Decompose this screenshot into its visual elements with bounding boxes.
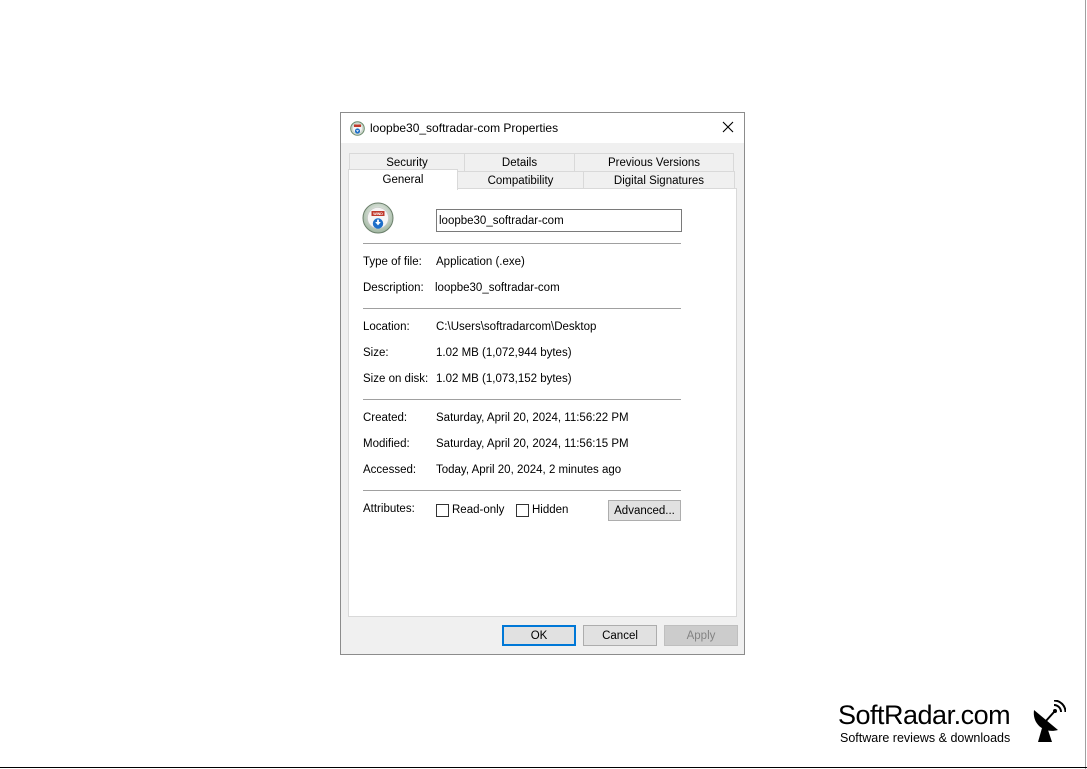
attributes-label: Attributes: [363, 503, 415, 515]
separator [363, 308, 681, 309]
tab-label: Details [501, 157, 538, 169]
dialog-title: loopbe30_softradar-com Properties [370, 121, 559, 135]
installer-icon: WIND [362, 202, 394, 234]
size-on-disk-label: Size on disk: [363, 373, 429, 385]
tab-label: Digital Signatures [613, 175, 705, 187]
readonly-checkbox[interactable] [436, 504, 449, 517]
title-bar[interactable]: loopbe30_softradar-com Properties [341, 113, 744, 143]
accessed-label: Accessed: [363, 464, 417, 476]
cancel-button[interactable]: Cancel [583, 625, 657, 646]
readonly-label[interactable]: Read-only [452, 504, 504, 516]
description-label: Description: [363, 282, 424, 294]
tab-general[interactable]: General [348, 169, 458, 190]
ok-button[interactable]: OK [502, 625, 576, 646]
accessed-value: Today, April 20, 2024, 2 minutes ago [436, 464, 622, 476]
hidden-label[interactable]: Hidden [532, 504, 568, 516]
tab-label: General [382, 174, 424, 186]
modified-value: Saturday, April 20, 2024, 11:56:15 PM [436, 438, 629, 450]
hidden-checkbox[interactable] [516, 504, 529, 517]
ok-button-label: OK [530, 629, 548, 642]
tab-label: Security [386, 157, 428, 169]
advanced-button-label: Advanced... [614, 504, 675, 517]
cancel-button-label: Cancel [602, 629, 638, 642]
size-on-disk-value: 1.02 MB (1,073,152 bytes) [436, 373, 572, 385]
screen-edge-bottom [0, 767, 1087, 768]
size-value: 1.02 MB (1,072,944 bytes) [436, 347, 572, 359]
location-value: C:\Users\softradarcom\Desktop [436, 321, 597, 333]
tab-label: Previous Versions [607, 157, 701, 169]
apply-button[interactable]: Apply [664, 625, 738, 646]
description-value: loopbe30_softradar-com [435, 282, 560, 294]
created-label: Created: [363, 412, 408, 424]
screen-edge-right [1085, 0, 1086, 769]
separator [363, 243, 681, 244]
location-label: Location: [363, 321, 410, 333]
close-icon [722, 121, 734, 136]
softradar-watermark: SoftRadar.com Software reviews & downloa… [838, 699, 1068, 750]
separator [363, 399, 681, 400]
modified-label: Modified: [363, 438, 410, 450]
size-label: Size: [363, 347, 389, 359]
tab-details[interactable]: Details [464, 153, 575, 172]
properties-dialog: loopbe30_softradar-com Properties Securi… [340, 112, 745, 655]
apply-button-label: Apply [686, 629, 716, 642]
separator [363, 490, 681, 491]
tab-previous-versions[interactable]: Previous Versions [574, 153, 734, 172]
created-value: Saturday, April 20, 2024, 11:56:22 PM [436, 412, 629, 424]
close-button[interactable] [712, 113, 744, 143]
watermark-name: SoftRadar.com [838, 700, 1011, 730]
watermark-tagline: Software reviews & downloads [840, 731, 1011, 745]
app-icon [350, 121, 365, 136]
type-of-file-value: Application (.exe) [436, 256, 525, 268]
satellite-dish-icon [1030, 699, 1067, 744]
tab-label: Compatibility [487, 175, 554, 187]
general-panel: WIND Type of file: Application (.exe) De… [348, 188, 737, 617]
file-name-input[interactable] [436, 209, 682, 232]
advanced-button[interactable]: Advanced... [608, 500, 681, 521]
type-of-file-label: Type of file: [363, 256, 422, 268]
installer-icon-text: WIND [373, 212, 383, 216]
